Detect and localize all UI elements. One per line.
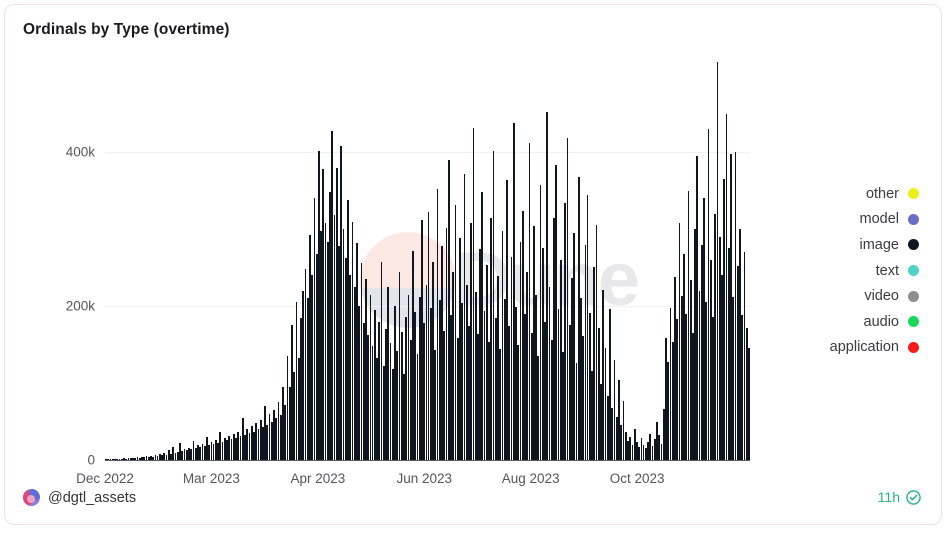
legend-item-image[interactable]: image	[859, 232, 919, 258]
legend-item-other[interactable]: other	[866, 181, 919, 207]
check-circle-icon	[906, 489, 921, 505]
x-axis-line	[105, 460, 750, 462]
legend-item-label: audio	[863, 313, 899, 330]
legend-item-video[interactable]: video	[864, 283, 919, 309]
freshness-label: 11h	[877, 489, 900, 505]
legend-item-label: text	[875, 262, 899, 279]
bar[interactable]	[748, 347, 750, 460]
author-handle-label: @dgtl_assets	[48, 489, 137, 506]
bar-segment-image	[748, 347, 750, 460]
chart-card: Ordinals by Type (overtime) Dune 0200k40…	[4, 4, 942, 525]
legend-color-dot	[908, 316, 919, 328]
legend-item-label: other	[865, 185, 899, 202]
legend-item-text[interactable]: text	[876, 258, 919, 284]
y-axis-labels: 0 200k 400k	[5, 5, 95, 524]
author-handle[interactable]: @dgtl_assets	[23, 489, 136, 506]
legend-item-audio[interactable]: audio	[864, 309, 919, 335]
legend-item-label: application	[829, 339, 899, 356]
legend-color-dot	[908, 265, 919, 277]
legend-item-application[interactable]: application	[830, 335, 919, 361]
legend-color-dot	[908, 213, 919, 225]
legend-item-label: image	[859, 236, 900, 253]
y-axis-tick-label: 0	[87, 452, 95, 468]
legend-color-dot	[908, 188, 919, 200]
chart-plot-area	[105, 60, 750, 460]
legend-item-label: model	[859, 211, 900, 228]
bar-series	[105, 60, 750, 460]
legend-item-model[interactable]: model	[859, 207, 919, 233]
legend-item-label: video	[864, 288, 899, 305]
freshness-indicator: 11h	[878, 489, 921, 505]
chart-legend: other model image text video audio application	[769, 181, 919, 360]
card-footer: @dgtl_assets 11h	[5, 478, 941, 524]
legend-color-dot	[908, 239, 919, 251]
y-axis-tick-label: 400k	[65, 144, 95, 160]
legend-color-dot	[908, 341, 919, 353]
avatar-icon	[23, 489, 40, 506]
legend-color-dot	[908, 290, 919, 302]
y-axis-tick-label: 200k	[65, 298, 95, 314]
